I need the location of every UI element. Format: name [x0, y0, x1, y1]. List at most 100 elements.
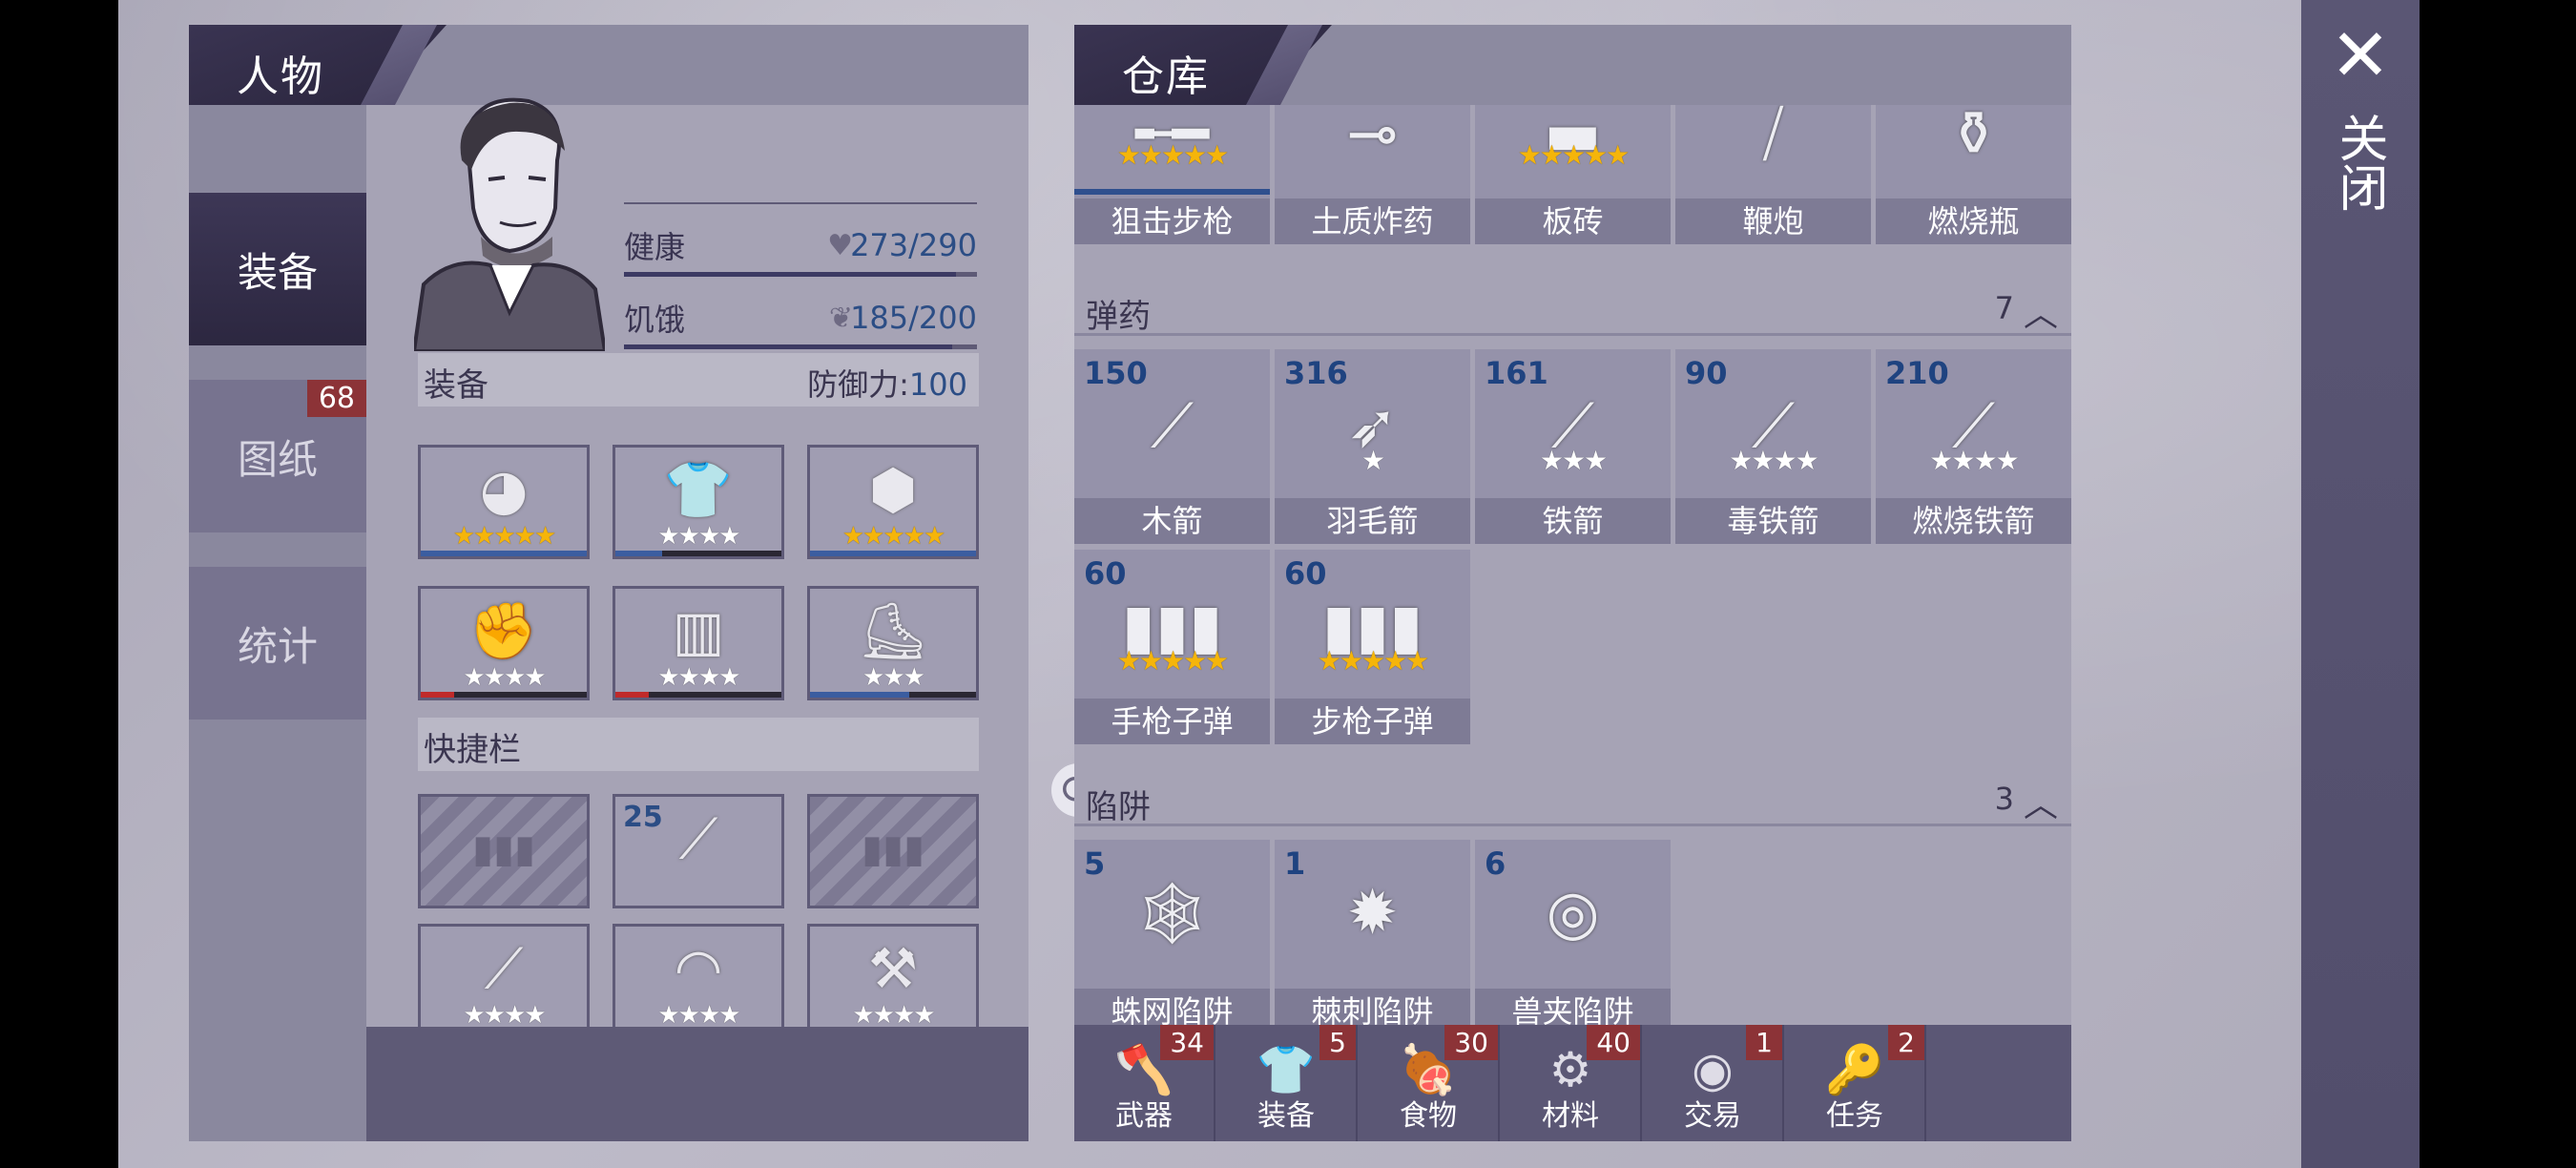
character-panel: 人物 装备 图纸 68 统计 健康 ♥ 273/290 饥饿 ❦ 185/200…: [189, 25, 1105, 1141]
category-tab-badge: 1: [1746, 1025, 1782, 1060]
ammo-category-bar[interactable]: 弹药 7 ︿: [1074, 282, 2071, 336]
inventory-item-card[interactable]: ▬ ★★★★★ 板砖: [1475, 105, 1671, 244]
item-name: 鞭炮: [1675, 198, 1871, 244]
quickbar-slot[interactable]: ▮▮▮: [807, 794, 979, 908]
inventory-item-card[interactable]: 316 ➶ ★ 羽毛箭: [1275, 349, 1470, 544]
health-bar-fill: [624, 272, 956, 277]
bear-trap-icon: ◎: [1546, 878, 1600, 949]
shirt-icon: 👕: [663, 457, 734, 522]
durability-bar: [810, 551, 976, 556]
inventory-item-card[interactable]: 60 ▮▮▮ ★★★★★ 步枪子弹: [1275, 550, 1470, 744]
category-tab[interactable]: 🍖 食物 30: [1359, 1025, 1500, 1141]
close-icon[interactable]: ✕: [2322, 17, 2399, 94]
category-tab[interactable]: 🪓 武器 34: [1074, 1025, 1215, 1141]
quickbar-slot[interactable]: ⟋ 25: [613, 794, 784, 908]
stats-divider: [624, 202, 977, 204]
star-rating: ★★★★: [463, 663, 546, 692]
item-quantity: 6: [1485, 845, 1506, 882]
equipment-slot[interactable]: ⛸ ★★★: [807, 586, 979, 700]
side-tab-label: 图纸: [237, 435, 318, 483]
hunger-label: 饥饿: [624, 302, 686, 338]
equipment-section-label: 装备: [424, 366, 488, 405]
warehouse-panel: 仓库 ╾━ ★★★★★ 狙击步枪 ⊸ 土质炸药 ▬ ★★★★★ 板砖 ⧸ 鞭炮 ⚱ 燃烧瓶 弹药 7 …: [1074, 25, 2071, 1141]
quickbar-slot[interactable]: ▮▮▮: [418, 794, 590, 908]
inventory-item-card[interactable]: 161 ⟋ ★★★ 铁箭: [1475, 349, 1671, 544]
chevron-up-icon[interactable]: ︿: [2024, 286, 2058, 336]
character-bottom-bar: [366, 1027, 1028, 1141]
right-black-margin: [2420, 0, 2576, 1168]
defense-value: 100: [908, 366, 967, 403]
inventory-item-card[interactable]: 60 ▮▮▮ ★★★★★ 手枪子弹: [1074, 550, 1270, 744]
inventory-item-card[interactable]: ⧸ 鞭炮: [1675, 105, 1871, 244]
heart-icon: ♥: [827, 229, 853, 262]
close-label[interactable]: 关闭: [2330, 113, 2387, 212]
side-tab-blueprints[interactable]: 图纸 68: [189, 380, 366, 532]
quickbar-slot[interactable]: ⟋ ★★★★: [418, 924, 590, 1038]
inventory-item-card[interactable]: ⊸ 土质炸药: [1275, 105, 1470, 244]
category-tab[interactable]: ◉ 交易 1: [1643, 1025, 1784, 1141]
category-tab-badge: 30: [1444, 1025, 1498, 1060]
durability-bar: [615, 551, 781, 556]
category-tab[interactable]: 🔑 任务 2: [1785, 1025, 1926, 1141]
chevron-up-icon[interactable]: ︿: [2024, 777, 2058, 826]
category-tab[interactable]: 👕 装备 5: [1216, 1025, 1358, 1141]
inventory-item-card[interactable]: ╾━ ★★★★★ 狙击步枪: [1074, 105, 1270, 244]
inventory-item-card[interactable]: 210 ⟋ ★★★★ 燃烧铁箭: [1876, 349, 2071, 544]
traps-category-count: 3: [1994, 781, 2014, 817]
inventory-item-card[interactable]: 1 ✹ 棘刺陷阱: [1275, 840, 1470, 1034]
quickbar-slot[interactable]: ⚒ ★★★★: [807, 924, 979, 1038]
selected-indicator: [1074, 189, 1270, 195]
axe-icon: ⚒: [868, 936, 918, 1001]
dynamite-icon: ⊸: [1346, 105, 1399, 170]
quickbar-slot[interactable]: ◠ ★★★★: [613, 924, 784, 1038]
item-name: 手枪子弹: [1074, 699, 1270, 744]
inventory-item-card[interactable]: 5 🕸 蛛网陷阱: [1074, 840, 1270, 1034]
pants-icon: ▥: [672, 598, 725, 663]
equipment-section-bar: 装备 防御力:100: [418, 353, 979, 407]
character-title: 人物: [237, 52, 324, 101]
equipment-slot[interactable]: ⬢ ★★★★★: [807, 445, 979, 559]
item-quantity: 316: [1284, 355, 1348, 391]
blueprints-badge: 68: [306, 380, 366, 417]
star-rating: ★★★★: [657, 522, 740, 551]
inventory-item-card[interactable]: 150 ⟋ 木箭: [1074, 349, 1270, 544]
side-tab-column: 装备 图纸 68 统计: [189, 105, 366, 1141]
item-name: 燃烧瓶: [1876, 198, 2071, 244]
star-rating: ★★★★★: [1317, 645, 1430, 677]
equipment-slot[interactable]: ▥ ★★★★: [613, 586, 784, 700]
category-tab[interactable]: ⚙ 材料 40: [1501, 1025, 1642, 1141]
side-tab-stats[interactable]: 统计: [189, 567, 366, 720]
inventory-item-card[interactable]: 6 ◎ 兽夹陷阱: [1475, 840, 1671, 1034]
item-name: 羽毛箭: [1275, 498, 1470, 544]
item-name: 狙击步枪: [1074, 198, 1270, 244]
health-label: 健康: [624, 229, 686, 265]
equipment-slot[interactable]: ◕ ★★★★★: [418, 445, 590, 559]
category-tab-label: 任务: [1826, 1099, 1883, 1133]
equipment-slot[interactable]: ✊ ★★★★: [418, 586, 590, 700]
durability-fill: [421, 551, 587, 556]
item-quantity: 161: [1485, 355, 1548, 391]
inventory-item-card[interactable]: 90 ⟋ ★★★★ 毒铁箭: [1675, 349, 1871, 544]
equipment-slot[interactable]: 👕 ★★★★: [613, 445, 784, 559]
quickbar-label: 快捷栏: [424, 731, 521, 769]
side-tab-equipment[interactable]: 装备: [189, 193, 366, 345]
defense-label: 防御力:: [807, 366, 909, 403]
category-tab-label: 武器: [1115, 1099, 1173, 1133]
item-name: 毒铁箭: [1675, 498, 1871, 544]
item-quantity: 60: [1284, 555, 1327, 592]
empty-ammo-slot-icon: ▮▮▮: [471, 827, 536, 871]
durability-fill: [615, 551, 662, 556]
inventory-item-card[interactable]: ⚱ 燃烧瓶: [1876, 105, 2071, 244]
category-tab-badge: 2: [1888, 1025, 1924, 1060]
category-tab-label: 材料: [1542, 1099, 1599, 1133]
star-rating: ★★★★★: [452, 522, 557, 551]
item-name: 铁箭: [1475, 498, 1671, 544]
traps-category-bar[interactable]: 陷阱 3 ︿: [1074, 773, 2071, 826]
star-rating: ★★★★★: [1116, 645, 1230, 677]
health-value: 273/290: [850, 227, 977, 263]
molotov-icon: ⚱: [1947, 105, 2000, 170]
category-tab-badge: 34: [1160, 1025, 1214, 1060]
item-name: 步枪子弹: [1275, 699, 1470, 744]
durability-fill: [615, 692, 649, 698]
star-rating: ★★★: [862, 663, 925, 692]
